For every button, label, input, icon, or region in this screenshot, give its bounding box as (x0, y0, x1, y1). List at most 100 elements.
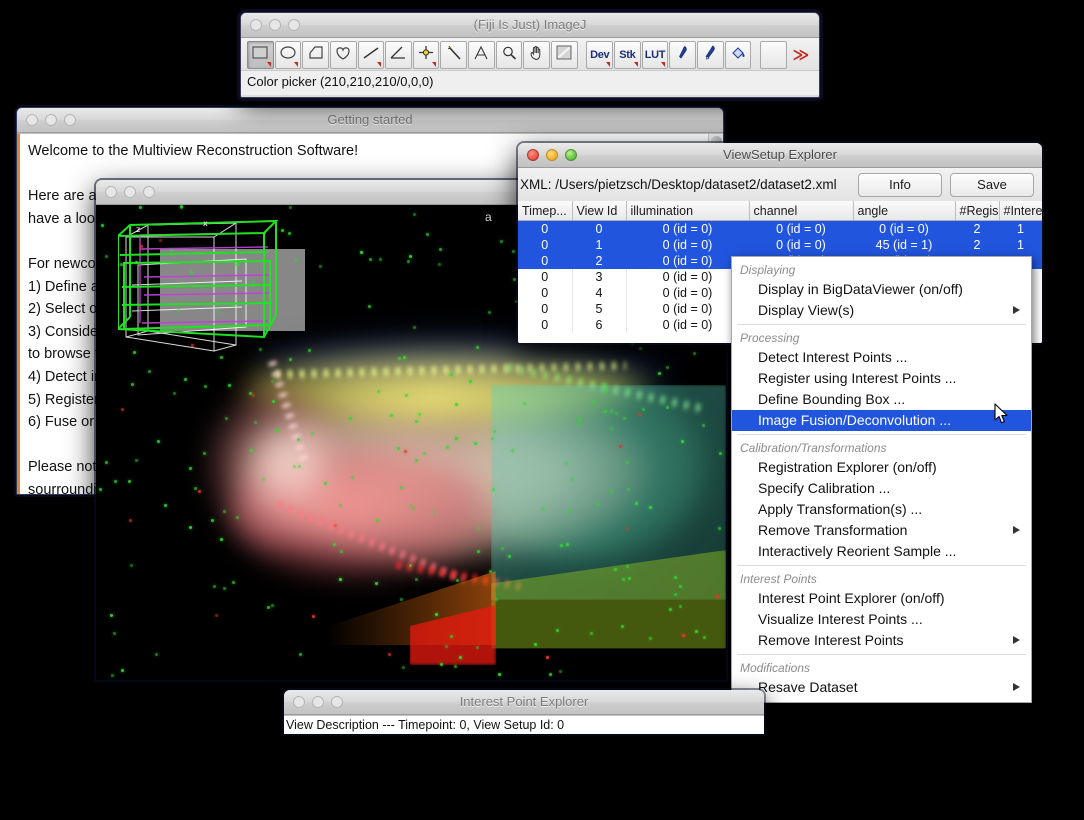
menu-item[interactable]: Interest Point Explorer (on/off) (732, 588, 1031, 609)
line-tool[interactable] (357, 41, 385, 69)
pencil-tool[interactable] (669, 41, 696, 69)
column-header-0[interactable]: Timep... (518, 201, 573, 221)
table-cell[interactable]: 0 (572, 220, 627, 237)
save-button[interactable]: Save (950, 172, 1034, 197)
menu-item[interactable]: Define Bounding Box ... (732, 389, 1031, 410)
interest-point-red (121, 408, 125, 411)
tool-dropdown-arrow[interactable] (266, 62, 271, 67)
table-cell[interactable]: 1 (572, 237, 627, 253)
column-header-1[interactable]: View Id (572, 201, 627, 221)
menu-item[interactable]: Display View(s) (732, 300, 1031, 321)
interest-point-green (227, 384, 231, 388)
point-tool[interactable] (412, 41, 440, 69)
getting-started-titlebar[interactable]: Getting started (17, 108, 723, 133)
tool-dropdown-arrow[interactable] (377, 62, 382, 67)
menu-item[interactable]: Register using Interest Points ... (732, 368, 1031, 389)
zoom-tool[interactable] (495, 41, 523, 69)
tool-dropdown-arrow[interactable] (633, 62, 638, 67)
menu-item[interactable]: Visualize Interest Points ... (732, 609, 1031, 630)
tool-dropdown-arrow[interactable] (606, 62, 611, 67)
interest-point-green (378, 257, 382, 261)
magnifier-icon (499, 44, 519, 67)
polygon-tool[interactable] (302, 41, 329, 69)
imagej-window[interactable]: (Fiji Is Just) ImageJ Dev Stk LUT ≫ Color p… (240, 12, 820, 98)
wand-tool[interactable] (440, 41, 467, 69)
tool-dropdown-arrow[interactable] (294, 62, 299, 67)
interest-point-green (319, 264, 323, 268)
table-row[interactable]: 000 (id = 0) 0 (id = 0) 0 (id = 0) 2 1 (518, 220, 1042, 237)
menu-item[interactable]: Registration Explorer (on/off) (732, 457, 1031, 478)
viewsetup-explorer-titlebar[interactable]: ViewSetup Explorer (518, 143, 1042, 168)
rectangle-tool[interactable] (247, 41, 274, 69)
table-header-row[interactable]: Timep... View Id illumination channel angle #… (518, 201, 1042, 221)
colorpicker-tool[interactable] (550, 41, 578, 69)
table-cell[interactable]: 4 (572, 285, 627, 301)
table-cell[interactable]: 0 (518, 269, 573, 285)
table-cell[interactable]: 0 (id = 0) (749, 220, 854, 237)
table-cell[interactable]: 0 (518, 285, 573, 301)
imagej-titlebar[interactable]: (Fiji Is Just) ImageJ (241, 13, 819, 38)
interest-point-red (190, 344, 194, 348)
empty-slot[interactable] (760, 41, 787, 69)
menu-item[interactable]: Specify Calibration ... (732, 478, 1031, 499)
table-cell[interactable]: 0 (id = 0) (749, 237, 854, 253)
table-cell[interactable]: 0 (id = 0) (853, 220, 956, 237)
table-cell[interactable]: 0 (518, 237, 573, 253)
column-header-4[interactable]: angle (853, 201, 956, 221)
table-cell[interactable]: 0 (id = 0) (626, 220, 750, 237)
table-row[interactable]: 010 (id = 0) 0 (id = 0) 45 (id = 1) 2 1 (518, 237, 1042, 253)
freehand-tool[interactable] (329, 41, 357, 69)
table-cell[interactable]: 5 (572, 301, 627, 317)
tool-dropdown-arrow[interactable] (432, 62, 437, 67)
interest-point-green (131, 382, 135, 386)
table-cell[interactable]: 0 (518, 301, 573, 317)
interest-point-green (559, 543, 563, 547)
more-tools[interactable]: ≫ (788, 41, 814, 69)
interest-point-green (369, 257, 373, 261)
column-header-6[interactable]: #Intere... (999, 201, 1042, 221)
menu-item[interactable]: Interactively Reorient Sample ... (732, 541, 1031, 562)
dev-menu[interactable]: Dev (586, 41, 614, 69)
table-cell[interactable]: 0 (id = 0) (626, 237, 750, 253)
column-header-2[interactable]: illumination (626, 201, 750, 221)
menu-item[interactable]: Resave Dataset (732, 677, 1031, 698)
interest-point-explorer-titlebar[interactable]: Interest Point Explorer (284, 690, 764, 715)
text-tool[interactable] (468, 41, 495, 69)
info-button[interactable]: Info (858, 172, 942, 197)
table-cell[interactable]: 6 (572, 317, 627, 333)
menu-item[interactable]: Display in BigDataViewer (on/off) (732, 279, 1031, 300)
interest-point-green (368, 305, 372, 309)
table-cell[interactable]: 3 (572, 269, 627, 285)
flood-fill-tool[interactable] (724, 41, 752, 69)
table-cell[interactable]: 0 (518, 220, 573, 237)
menu-item[interactable]: Remove Transformation (732, 520, 1031, 541)
oval-tool[interactable] (274, 41, 302, 69)
column-header-3[interactable]: channel (749, 201, 854, 221)
column-header-5[interactable]: #Regis... (955, 201, 1000, 221)
table-cell[interactable]: 2 (955, 220, 1000, 237)
stack-menu[interactable]: Stk (614, 41, 641, 69)
table-cell[interactable]: 2 (572, 253, 627, 269)
table-cell[interactable]: 0 (518, 253, 573, 269)
table-cell[interactable]: 1 (999, 220, 1042, 237)
interest-point-green (693, 352, 697, 356)
interest-point-green (439, 248, 443, 252)
context-menu[interactable]: Displaying Display in BigDataViewer (on/o… (731, 256, 1032, 703)
tool-dropdown-arrow[interactable] (661, 62, 666, 67)
interest-point-explorer-window[interactable]: Interest Point Explorer View Description… (284, 690, 764, 734)
table-cell[interactable]: 45 (id = 1) (853, 237, 956, 253)
table-cell[interactable]: 0 (518, 317, 573, 333)
angle-tool[interactable] (385, 41, 412, 69)
brush-tool[interactable] (696, 41, 724, 69)
menu-item[interactable]: Image Fusion/Deconvolution ... (732, 410, 1031, 431)
interest-point-green (296, 438, 300, 442)
hand-tool[interactable] (523, 41, 550, 69)
menu-item[interactable]: Apply Transformation(s) ... (732, 499, 1031, 520)
table-cell[interactable]: 2 (955, 237, 1000, 253)
table-cell[interactable]: 1 (999, 237, 1042, 253)
imagej-toolbar[interactable]: Dev Stk LUT ≫ (241, 38, 819, 70)
lut-menu[interactable]: LUT (641, 41, 669, 69)
menu-separator (737, 565, 1026, 566)
menu-item[interactable]: Detect Interest Points ... (732, 347, 1031, 368)
menu-item[interactable]: Remove Interest Points (732, 630, 1031, 651)
